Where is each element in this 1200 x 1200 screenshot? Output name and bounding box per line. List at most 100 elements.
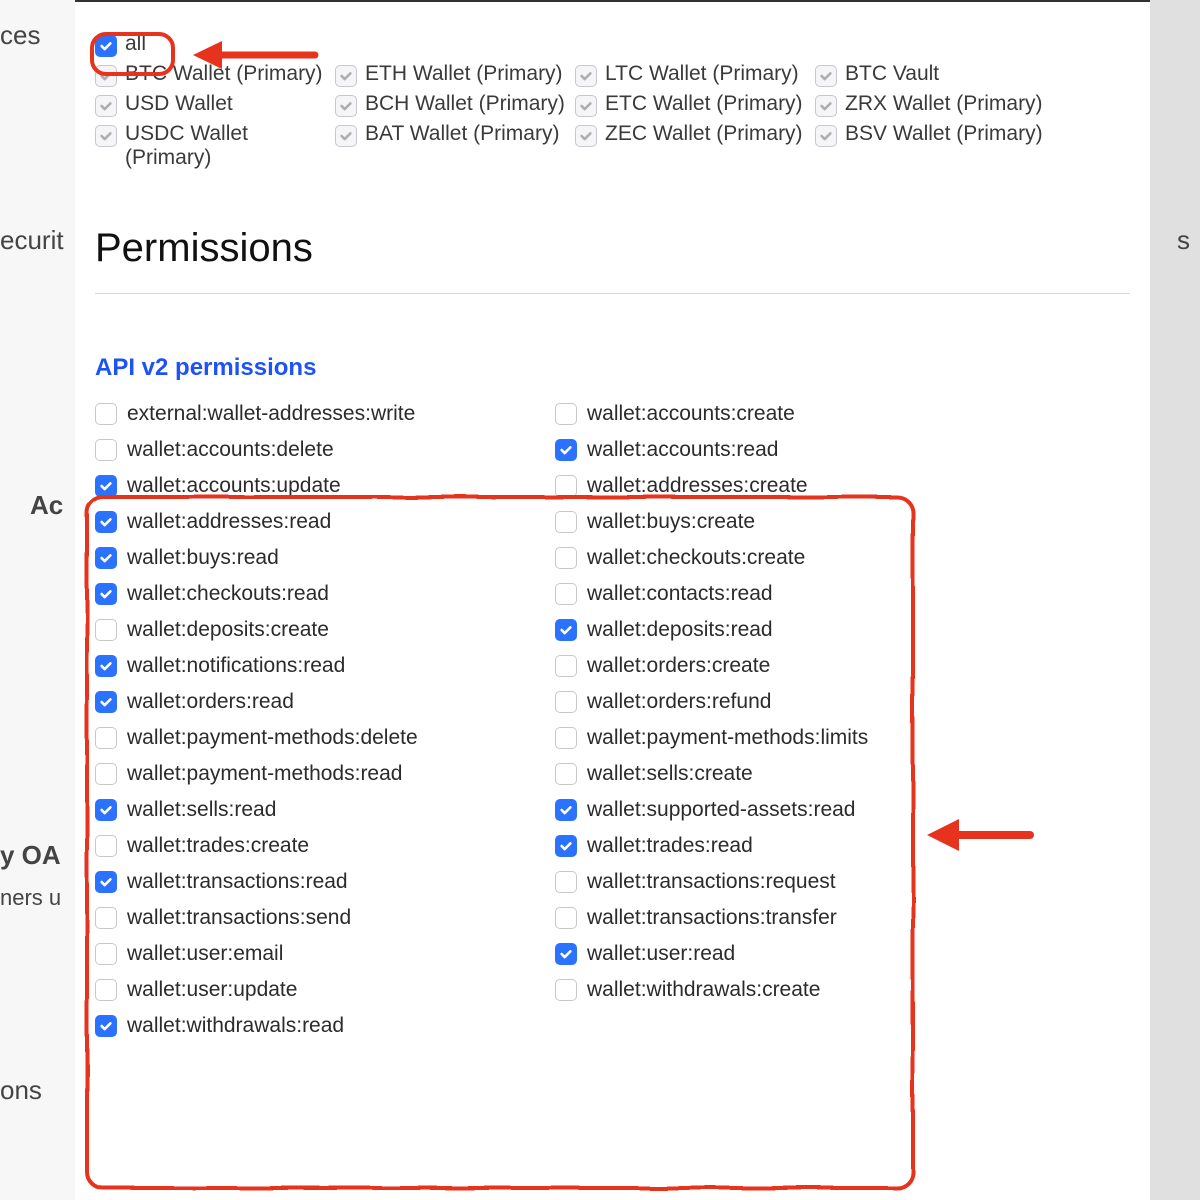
permission-checkbox[interactable] (95, 511, 117, 533)
permission-checkbox[interactable] (95, 439, 117, 461)
wallet-item[interactable]: BTC Wallet (Primary) (95, 62, 335, 86)
permission-checkbox[interactable] (95, 547, 117, 569)
wallet-checkbox[interactable] (575, 125, 597, 147)
wallet-label: BSV Wallet (Primary) (845, 122, 1043, 146)
wallet-all-row[interactable]: all (95, 32, 1130, 56)
permission-item[interactable]: wallet:payment-methods:limits (555, 726, 1015, 750)
permission-item[interactable]: wallet:contacts:read (555, 582, 1015, 606)
permission-checkbox[interactable] (555, 835, 577, 857)
wallet-checkbox[interactable] (815, 125, 837, 147)
permission-checkbox[interactable] (95, 619, 117, 641)
permission-item[interactable]: wallet:deposits:create (95, 618, 555, 642)
permission-label: wallet:accounts:update (127, 474, 341, 498)
permission-checkbox[interactable] (95, 979, 117, 1001)
permission-checkbox[interactable] (95, 475, 117, 497)
permission-checkbox[interactable] (555, 547, 577, 569)
permission-checkbox[interactable] (95, 403, 117, 425)
wallet-checkbox[interactable] (95, 125, 117, 147)
wallet-label: ETC Wallet (Primary) (605, 92, 803, 116)
permission-checkbox[interactable] (555, 511, 577, 533)
permission-item[interactable]: wallet:buys:create (555, 510, 1015, 534)
permission-checkbox[interactable] (555, 979, 577, 1001)
permission-checkbox[interactable] (555, 583, 577, 605)
permission-checkbox[interactable] (95, 835, 117, 857)
wallet-checkbox[interactable] (575, 65, 597, 87)
permission-item[interactable]: wallet:user:update (95, 978, 555, 1002)
permission-item[interactable]: external:wallet-addresses:write (95, 402, 555, 426)
wallet-checkbox[interactable] (95, 95, 117, 117)
checkbox-all[interactable] (95, 35, 117, 57)
permission-item[interactable]: wallet:transactions:request (555, 870, 1015, 894)
wallet-item[interactable]: ZRX Wallet (Primary) (815, 92, 1055, 116)
permission-checkbox[interactable] (555, 439, 577, 461)
permission-checkbox[interactable] (555, 907, 577, 929)
wallet-checkbox[interactable] (335, 125, 357, 147)
wallet-item[interactable]: ZEC Wallet (Primary) (575, 122, 815, 170)
permission-checkbox[interactable] (555, 475, 577, 497)
wallet-item[interactable]: LTC Wallet (Primary) (575, 62, 815, 86)
permission-item[interactable]: wallet:withdrawals:create (555, 978, 1015, 1002)
permission-label: external:wallet-addresses:write (127, 402, 415, 426)
wallet-checkbox[interactable] (815, 65, 837, 87)
permission-checkbox[interactable] (555, 619, 577, 641)
permission-item[interactable]: wallet:deposits:read (555, 618, 1015, 642)
permission-item[interactable]: wallet:addresses:read (95, 510, 555, 534)
permission-item[interactable]: wallet:orders:create (555, 654, 1015, 678)
wallet-item[interactable]: BSV Wallet (Primary) (815, 122, 1055, 170)
wallet-item[interactable]: BTC Vault (815, 62, 1055, 86)
permission-checkbox[interactable] (95, 799, 117, 821)
permission-item[interactable]: wallet:buys:read (95, 546, 555, 570)
permission-item[interactable]: wallet:withdrawals:read (95, 1014, 555, 1038)
permission-item[interactable]: wallet:sells:read (95, 798, 555, 822)
permission-item[interactable]: wallet:trades:create (95, 834, 555, 858)
permission-item[interactable]: wallet:checkouts:create (555, 546, 1015, 570)
permission-item[interactable]: wallet:trades:read (555, 834, 1015, 858)
permission-item[interactable]: wallet:accounts:delete (95, 438, 555, 462)
wallet-checkbox[interactable] (575, 95, 597, 117)
permission-item[interactable]: wallet:supported-assets:read (555, 798, 1015, 822)
wallet-item[interactable]: USDC Wallet (Primary) (95, 122, 335, 170)
permission-item[interactable]: wallet:transactions:read (95, 870, 555, 894)
permission-item[interactable]: wallet:checkouts:read (95, 582, 555, 606)
permission-checkbox[interactable] (95, 871, 117, 893)
permission-item[interactable]: wallet:notifications:read (95, 654, 555, 678)
wallet-checkbox[interactable] (815, 95, 837, 117)
permission-item[interactable]: wallet:user:read (555, 942, 1015, 966)
wallet-item[interactable]: ETH Wallet (Primary) (335, 62, 575, 86)
permission-item[interactable]: wallet:addresses:create (555, 474, 1015, 498)
permission-checkbox[interactable] (95, 655, 117, 677)
wallet-item[interactable]: BCH Wallet (Primary) (335, 92, 575, 116)
permission-item[interactable]: wallet:orders:read (95, 690, 555, 714)
permission-checkbox[interactable] (95, 943, 117, 965)
permission-checkbox[interactable] (95, 1015, 117, 1037)
wallet-checkbox[interactable] (335, 65, 357, 87)
permission-checkbox[interactable] (555, 403, 577, 425)
wallet-item[interactable]: ETC Wallet (Primary) (575, 92, 815, 116)
wallet-item[interactable]: BAT Wallet (Primary) (335, 122, 575, 170)
permission-checkbox[interactable] (555, 871, 577, 893)
permission-checkbox[interactable] (95, 583, 117, 605)
permission-checkbox[interactable] (555, 763, 577, 785)
permission-checkbox[interactable] (95, 907, 117, 929)
permission-checkbox[interactable] (555, 943, 577, 965)
permission-item[interactable]: wallet:accounts:update (95, 474, 555, 498)
permission-item[interactable]: wallet:orders:refund (555, 690, 1015, 714)
permission-item[interactable]: wallet:transactions:send (95, 906, 555, 930)
permission-checkbox[interactable] (555, 655, 577, 677)
permission-checkbox[interactable] (95, 727, 117, 749)
permission-item[interactable]: wallet:accounts:create (555, 402, 1015, 426)
wallet-checkbox[interactable] (335, 95, 357, 117)
permission-checkbox[interactable] (95, 763, 117, 785)
permission-item[interactable]: wallet:payment-methods:read (95, 762, 555, 786)
permission-checkbox[interactable] (95, 691, 117, 713)
permission-checkbox[interactable] (555, 727, 577, 749)
permission-item[interactable]: wallet:sells:create (555, 762, 1015, 786)
permission-item[interactable]: wallet:transactions:transfer (555, 906, 1015, 930)
wallet-item[interactable]: USD Wallet (95, 92, 335, 116)
wallet-checkbox[interactable] (95, 65, 117, 87)
permission-checkbox[interactable] (555, 799, 577, 821)
permission-item[interactable]: wallet:user:email (95, 942, 555, 966)
permission-item[interactable]: wallet:accounts:read (555, 438, 1015, 462)
permission-item[interactable]: wallet:payment-methods:delete (95, 726, 555, 750)
permission-checkbox[interactable] (555, 691, 577, 713)
